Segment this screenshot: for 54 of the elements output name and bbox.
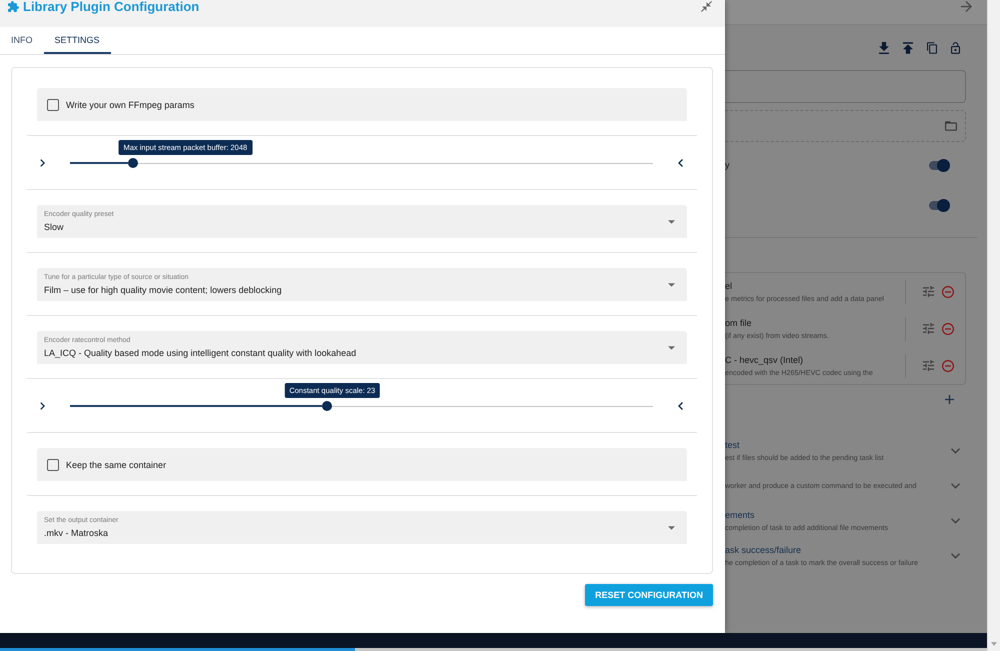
slider-thumb[interactable]: [128, 158, 138, 168]
field-value: Film – use for high quality movie content; lowers deblocking: [44, 284, 282, 296]
remove-icon[interactable]: [942, 286, 954, 298]
remove-icon[interactable]: [942, 360, 954, 372]
tune-icon[interactable]: [923, 360, 934, 371]
chevron-right-icon[interactable]: [40, 158, 45, 166]
slider-track[interactable]: [70, 158, 653, 168]
arrow-right-icon[interactable]: [961, 1, 972, 12]
tab[interactable]: INFO: [0, 27, 44, 54]
dropdown-caret-icon: [668, 220, 675, 224]
field-value: .mkv - Matroska: [44, 527, 108, 539]
text-field[interactable]: [725, 70, 966, 103]
slider-track[interactable]: [70, 400, 653, 410]
toggle-label: y: [725, 160, 730, 170]
download-icon[interactable]: [879, 42, 889, 54]
field-value: Slow: [44, 221, 64, 233]
plugin-title: om file: [725, 318, 752, 328]
slider-thumb[interactable]: [322, 400, 332, 410]
remove-icon[interactable]: [942, 322, 954, 334]
tune-icon[interactable]: [923, 286, 934, 297]
checkbox-label: Keep the same container: [66, 460, 166, 470]
toggle-switch[interactable]: [929, 158, 950, 172]
copy-icon[interactable]: [927, 42, 937, 54]
chevron-down-icon[interactable]: [951, 518, 960, 524]
section-title: ements: [725, 510, 755, 520]
scrollbar[interactable]: [987, 0, 1000, 651]
toggle-switch[interactable]: [929, 198, 950, 212]
plugin-title: C - hevc_qsv (Intel): [725, 354, 804, 366]
chevron-right-icon[interactable]: [40, 402, 45, 410]
section-title: test: [725, 440, 740, 450]
checkbox[interactable]: [47, 98, 59, 110]
dialog-title: Library Plugin Configuration: [23, 0, 200, 13]
section-title: ask success/failure: [725, 544, 802, 556]
add-icon[interactable]: [945, 395, 954, 404]
chevron-down-icon[interactable]: [951, 552, 960, 558]
checkbox-label: Write your own FFmpeg params: [66, 100, 194, 110]
chevron-left-icon[interactable]: [678, 158, 683, 166]
dropdown-caret-icon: [668, 526, 675, 530]
field-value: LA_ICQ - Quality based mode using intelligent constant quality with lookahead: [44, 347, 356, 359]
chevron-left-icon[interactable]: [678, 402, 683, 410]
lock-open-icon[interactable]: [951, 42, 960, 54]
dropdown-caret-icon: [668, 346, 675, 350]
folder-field[interactable]: [725, 110, 966, 142]
folder-icon[interactable]: [945, 121, 957, 131]
chevron-down-icon[interactable]: [951, 482, 960, 488]
collapse-arrows-icon[interactable]: [701, 1, 712, 12]
puzzle-piece-icon: [8, 1, 19, 12]
chevron-down-icon[interactable]: [951, 448, 960, 454]
plugin-title: el: [725, 280, 732, 292]
tune-icon[interactable]: [923, 323, 934, 334]
tab[interactable]: SETTINGS: [44, 27, 111, 54]
checkbox[interactable]: [47, 458, 59, 470]
dropdown-caret-icon: [668, 282, 675, 286]
upload-icon[interactable]: [903, 42, 913, 54]
